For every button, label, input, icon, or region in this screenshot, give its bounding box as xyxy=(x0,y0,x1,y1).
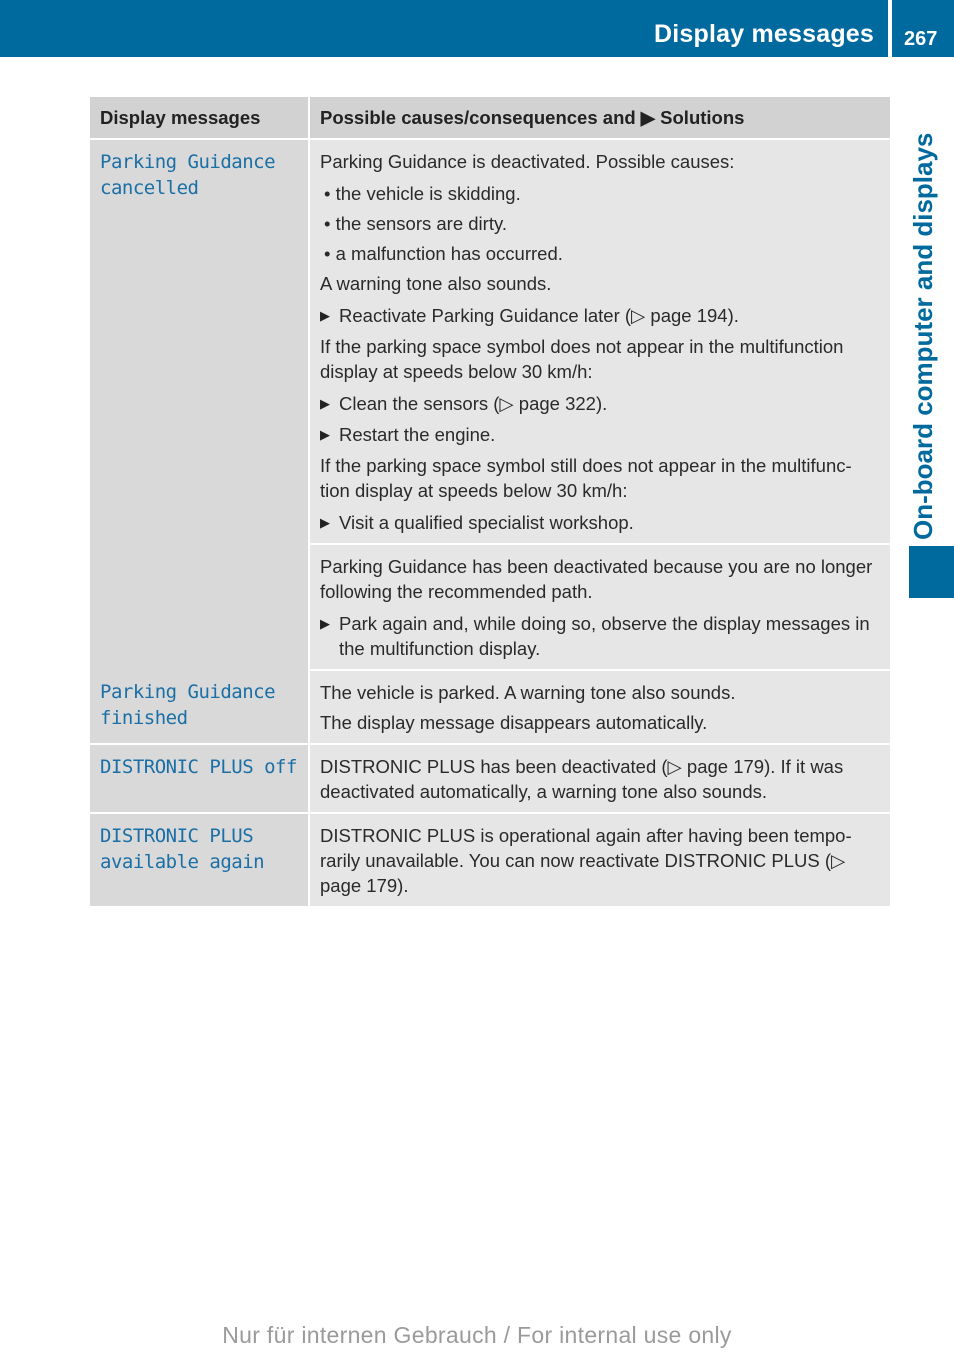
action-text: Visit a qualified specialist workshop. xyxy=(339,512,634,533)
description-text: Parking Guidance is deactivated. Possibl… xyxy=(320,151,735,172)
page-number: 267 xyxy=(904,28,938,50)
action-step: ▶ Clean the sensors (▷ page 322). xyxy=(320,391,881,416)
internal-use-watermark: Nur für internen Gebrauch / For internal… xyxy=(222,1322,732,1348)
table-row: DISTRONIC PLUS off DISTRONIC PLUS has be… xyxy=(90,744,890,814)
action-step: ▶ Restart the engine. xyxy=(320,422,881,447)
chapter-tab-marker xyxy=(909,546,954,598)
description-cell: DISTRONIC PLUS is operational again afte… xyxy=(309,813,890,906)
action-text: Park again and, while doing so, observe … xyxy=(339,613,870,659)
action-step: ▶ Park again and, while doing so, observ… xyxy=(320,611,881,661)
description-text: DISTRONIC PLUS has been deactivated (▷ p… xyxy=(320,756,844,802)
action-arrow-icon: ▶ xyxy=(320,308,330,323)
chapter-tab-label: On-board computer and displays xyxy=(908,132,938,540)
action-text: Restart the engine. xyxy=(339,424,496,445)
description-text: The vehicle is parked. A warning tone al… xyxy=(320,682,736,703)
display-messages-table: Display messages Possible causes/consequ… xyxy=(90,97,890,906)
action-step: ▶ Reactivate Parking Guidance later (▷ p… xyxy=(320,303,881,328)
table-row: DISTRONIC PLUS available again DISTRONIC… xyxy=(90,813,890,906)
action-arrow-icon: ▶ xyxy=(320,427,330,442)
header-bar: Display messages xyxy=(0,0,888,57)
column-header-messages: Display messages xyxy=(90,97,310,140)
description-cell: The vehicle is parked. A warning tone al… xyxy=(309,670,890,745)
description-text: DISTRONIC PLUS is operational again afte… xyxy=(320,825,852,896)
message-cell: Parking Guidance cancelled xyxy=(90,139,310,670)
action-arrow-icon: ▶ xyxy=(320,515,330,530)
description-text: A warning tone also sounds. xyxy=(320,273,552,294)
description-cell: Parking Guidance has been deactivated be… xyxy=(309,544,890,671)
action-step: ▶ Visit a qualified specialist workshop. xyxy=(320,510,881,535)
table-row: Parking Guidance finished The vehicle is… xyxy=(90,670,890,745)
bullet-item: • the sensors are dirty. xyxy=(324,213,507,234)
message-cell: DISTRONIC PLUS available again xyxy=(90,813,310,906)
message-cell: Parking Guidance finished xyxy=(90,670,310,745)
action-arrow-icon: ▶ xyxy=(320,396,330,411)
table-row: Parking Guidance cancelled Parking Guida… xyxy=(90,139,890,670)
message-cell: DISTRONIC PLUS off xyxy=(90,744,310,814)
action-text: Clean the sensors (▷ page 322). xyxy=(339,393,608,414)
column-header-solutions: Possible causes/consequences and ▶ Solut… xyxy=(309,97,890,140)
section-title: Display messages xyxy=(654,20,874,48)
bullet-item: • a malfunction has occurred. xyxy=(324,243,563,264)
page-number-box: 267 xyxy=(892,0,954,57)
description-text: Parking Guidance has been deactivated be… xyxy=(320,556,873,602)
bullet-item: • the vehicle is skidding. xyxy=(324,183,521,204)
action-arrow-icon: ▶ xyxy=(320,616,330,631)
description-cell: DISTRONIC PLUS has been deactivated (▷ p… xyxy=(309,744,890,814)
action-text: Reactivate Parking Guidance later (▷ pag… xyxy=(339,305,739,326)
description-text: The display message disappears automatic… xyxy=(320,712,708,733)
description-cell: Parking Guidance is deactivated. Possibl… xyxy=(309,139,890,545)
description-text: If the parking space symbol still does n… xyxy=(320,455,852,501)
description-text: If the parking space symbol does not app… xyxy=(320,336,844,382)
